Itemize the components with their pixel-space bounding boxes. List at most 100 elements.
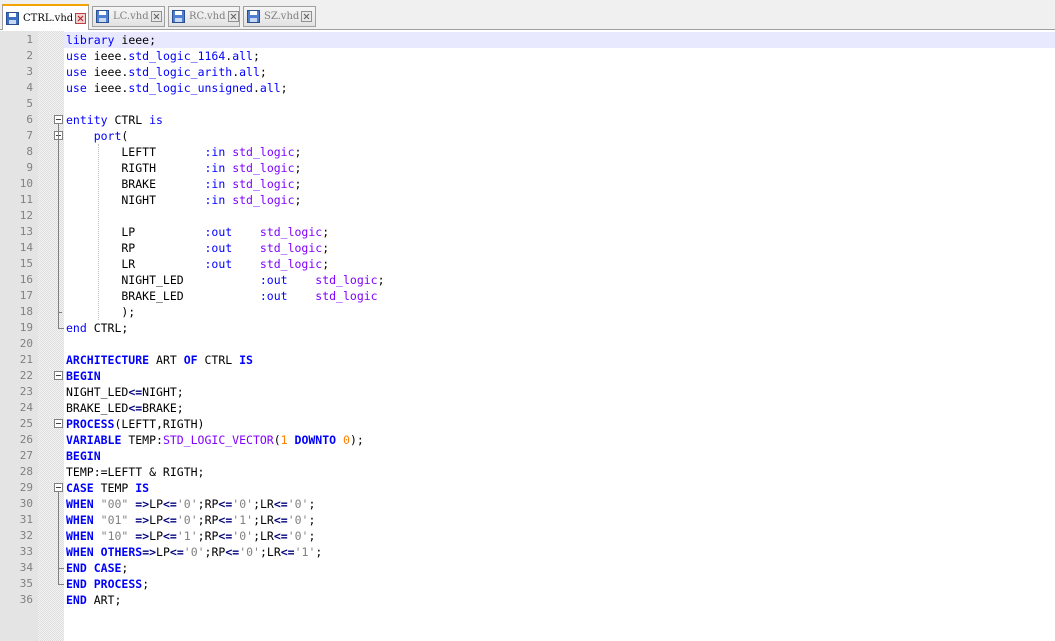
code-text[interactable]: WHEN "01" =>LP<='0';RP<='1';LR<='0'; <box>66 512 315 528</box>
tab-rc-vhd[interactable]: RC.vhd <box>168 6 240 27</box>
code-line[interactable]: 25 PROCESS(LEFTT,RIGTH) <box>0 416 1055 432</box>
fold-toggle-icon[interactable] <box>54 371 63 380</box>
close-icon[interactable] <box>75 12 87 24</box>
code-line[interactable]: 19 end CTRL; <box>0 320 1055 336</box>
code-text[interactable]: WHEN "10" =>LP<='1';RP<='0';LR<='0'; <box>66 528 315 544</box>
code-text[interactable]: PROCESS(LEFTT,RIGTH) <box>66 416 204 432</box>
code-line[interactable]: 15 LR :out std_logic; <box>0 256 1055 272</box>
code-token: end <box>66 321 87 335</box>
code-line[interactable]: 13 LP :out std_logic; <box>0 224 1055 240</box>
code-line[interactable]: 36 END ART; <box>0 592 1055 608</box>
code-text[interactable]: use ieee.std_logic_1164.all; <box>66 48 260 64</box>
line-number: 19 <box>19 321 33 334</box>
code-line[interactable]: 26 VARIABLE TEMP:STD_LOGIC_VECTOR(1 DOWNT… <box>0 432 1055 448</box>
code-line[interactable]: 11 NIGHT :in std_logic; <box>0 192 1055 208</box>
code-text[interactable]: BEGIN <box>66 368 101 384</box>
code-text[interactable]: use ieee.std_logic_arith.all; <box>66 64 267 80</box>
code-text[interactable]: LP :out std_logic; <box>66 224 329 240</box>
code-line[interactable]: 12 <box>0 208 1055 224</box>
code-editor[interactable]: 1 library ieee; 2 use ieee.std_logic_1164.a… <box>0 31 1055 641</box>
close-icon[interactable] <box>227 11 239 22</box>
code-text[interactable]: TEMP:=LEFTT & RIGTH; <box>66 464 204 480</box>
code-line[interactable]: 20 <box>0 336 1055 352</box>
code-line[interactable]: 35 END PROCESS; <box>0 576 1055 592</box>
line-number: 24 <box>19 401 33 414</box>
close-icon[interactable] <box>150 11 162 22</box>
code-text[interactable]: end CTRL; <box>66 320 128 336</box>
code-line[interactable]: 31 WHEN "01" =>LP<='0';RP<='1';LR<='0'; <box>0 512 1055 528</box>
code-text[interactable]: RP :out std_logic; <box>66 240 329 256</box>
tab-label: RC.vhd <box>189 11 226 22</box>
code-line[interactable]: 23 NIGHT_LED<=NIGHT; <box>0 384 1055 400</box>
code-text[interactable]: RIGTH :in std_logic; <box>66 160 301 176</box>
code-line[interactable]: 14 RP :out std_logic; <box>0 240 1055 256</box>
code-text[interactable]: LR :out std_logic; <box>66 256 329 272</box>
code-text[interactable]: BRAKE_LED :out std_logic <box>66 288 377 304</box>
code-text[interactable]: WHEN OTHERS=>LP<='0';RP<='0';LR<='1'; <box>66 544 322 560</box>
code-line[interactable]: 22 BEGIN <box>0 368 1055 384</box>
code-line[interactable]: 7 port( <box>0 128 1055 144</box>
code-text[interactable]: LEFTT :in std_logic; <box>66 144 301 160</box>
fold-toggle-icon[interactable] <box>54 419 63 428</box>
code-token: <= <box>218 497 233 511</box>
code-line[interactable]: 16 NIGHT_LED :out std_logic; <box>0 272 1055 288</box>
line-number: 12 <box>19 209 33 222</box>
code-text[interactable]: use ieee.std_logic_unsigned.all; <box>66 80 288 96</box>
code-token: BEGIN <box>66 369 101 383</box>
code-text[interactable]: port( <box>66 128 129 144</box>
code-text[interactable]: CASE TEMP IS <box>66 480 149 496</box>
line-number: 22 <box>19 369 33 382</box>
code-line[interactable]: 34 END CASE; <box>0 560 1055 576</box>
code-text[interactable]: END CASE; <box>66 560 128 576</box>
code-line[interactable]: 21 ARCHITECTURE ART OF CTRL IS <box>0 352 1055 368</box>
code-line[interactable]: 8 LEFTT :in std_logic; <box>0 144 1055 160</box>
code-line[interactable]: 2 use ieee.std_logic_1164.all; <box>0 48 1055 64</box>
code-line[interactable]: 17 BRAKE_LED :out std_logic <box>0 288 1055 304</box>
code-token: <= <box>218 529 233 543</box>
code-line[interactable]: 28 TEMP:=LEFTT & RIGTH; <box>0 464 1055 480</box>
code-line[interactable]: 4 use ieee.std_logic_unsigned.all; <box>0 80 1055 96</box>
code-text[interactable]: ARCHITECTURE ART OF CTRL IS <box>66 352 253 368</box>
code-token: ; <box>322 257 330 271</box>
code-line[interactable]: 32 WHEN "10" =>LP<='1';RP<='0';LR<='0'; <box>0 528 1055 544</box>
code-token: END <box>66 577 87 591</box>
code-text[interactable]: VARIABLE TEMP:STD_LOGIC_VECTOR(1 DOWNTO … <box>66 432 364 448</box>
code-text[interactable]: NIGHT_LED :out std_logic; <box>66 272 384 288</box>
code-token: "10" <box>100 529 129 543</box>
code-text[interactable]: WHEN "00" =>LP<='0';RP<='0';LR<='0'; <box>66 496 315 512</box>
code-line[interactable]: 33 WHEN OTHERS=>LP<='0';RP<='0';LR<='1'; <box>0 544 1055 560</box>
code-line[interactable]: 5 <box>0 96 1055 112</box>
code-line[interactable]: 9 RIGTH :in std_logic; <box>0 160 1055 176</box>
code-text[interactable]: library ieee; <box>66 32 156 48</box>
code-line[interactable]: 1 library ieee; <box>0 32 1055 48</box>
code-token: :out <box>259 289 288 303</box>
code-token: ; <box>294 193 302 207</box>
code-text[interactable]: BRAKE :in std_logic; <box>66 176 301 192</box>
code-token: TEMP:=LEFTT & RIGTH; <box>66 465 205 479</box>
code-line[interactable]: 30 WHEN "00" =>LP<='0';RP<='0';LR<='0'; <box>0 496 1055 512</box>
code-line[interactable]: 18 ); <box>0 304 1055 320</box>
fold-toggle-icon[interactable] <box>54 115 63 124</box>
code-text[interactable]: END PROCESS; <box>66 576 149 592</box>
code-text[interactable]: BRAKE_LED<=BRAKE; <box>66 400 184 416</box>
fold-toggle-icon[interactable] <box>54 483 63 492</box>
tab-label: LC.vhd <box>113 11 149 22</box>
code-token: <= <box>163 529 177 543</box>
code-line[interactable]: 3 use ieee.std_logic_arith.all; <box>0 64 1055 80</box>
code-text[interactable]: BEGIN <box>66 448 101 464</box>
tab-sz-vhd[interactable]: SZ.vhd <box>243 6 316 27</box>
code-text[interactable]: ); <box>66 304 135 320</box>
code-line[interactable]: 24 BRAKE_LED<=BRAKE; <box>0 400 1055 416</box>
code-text[interactable]: NIGHT_LED<=NIGHT; <box>66 384 184 400</box>
code-text[interactable]: END ART; <box>66 592 121 608</box>
code-text[interactable]: entity CTRL is <box>66 112 163 128</box>
code-line[interactable]: 27 BEGIN <box>0 448 1055 464</box>
tab-ctrl-vhd[interactable]: CTRL.vhd <box>2 4 89 30</box>
code-line[interactable]: 10 BRAKE :in std_logic; <box>0 176 1055 192</box>
code-line[interactable]: 6 entity CTRL is <box>0 112 1055 128</box>
close-icon[interactable] <box>301 11 313 22</box>
code-text[interactable]: NIGHT :in std_logic; <box>66 192 301 208</box>
code-line[interactable]: 29 CASE TEMP IS <box>0 480 1055 496</box>
tab-lc-vhd[interactable]: LC.vhd <box>92 6 165 27</box>
